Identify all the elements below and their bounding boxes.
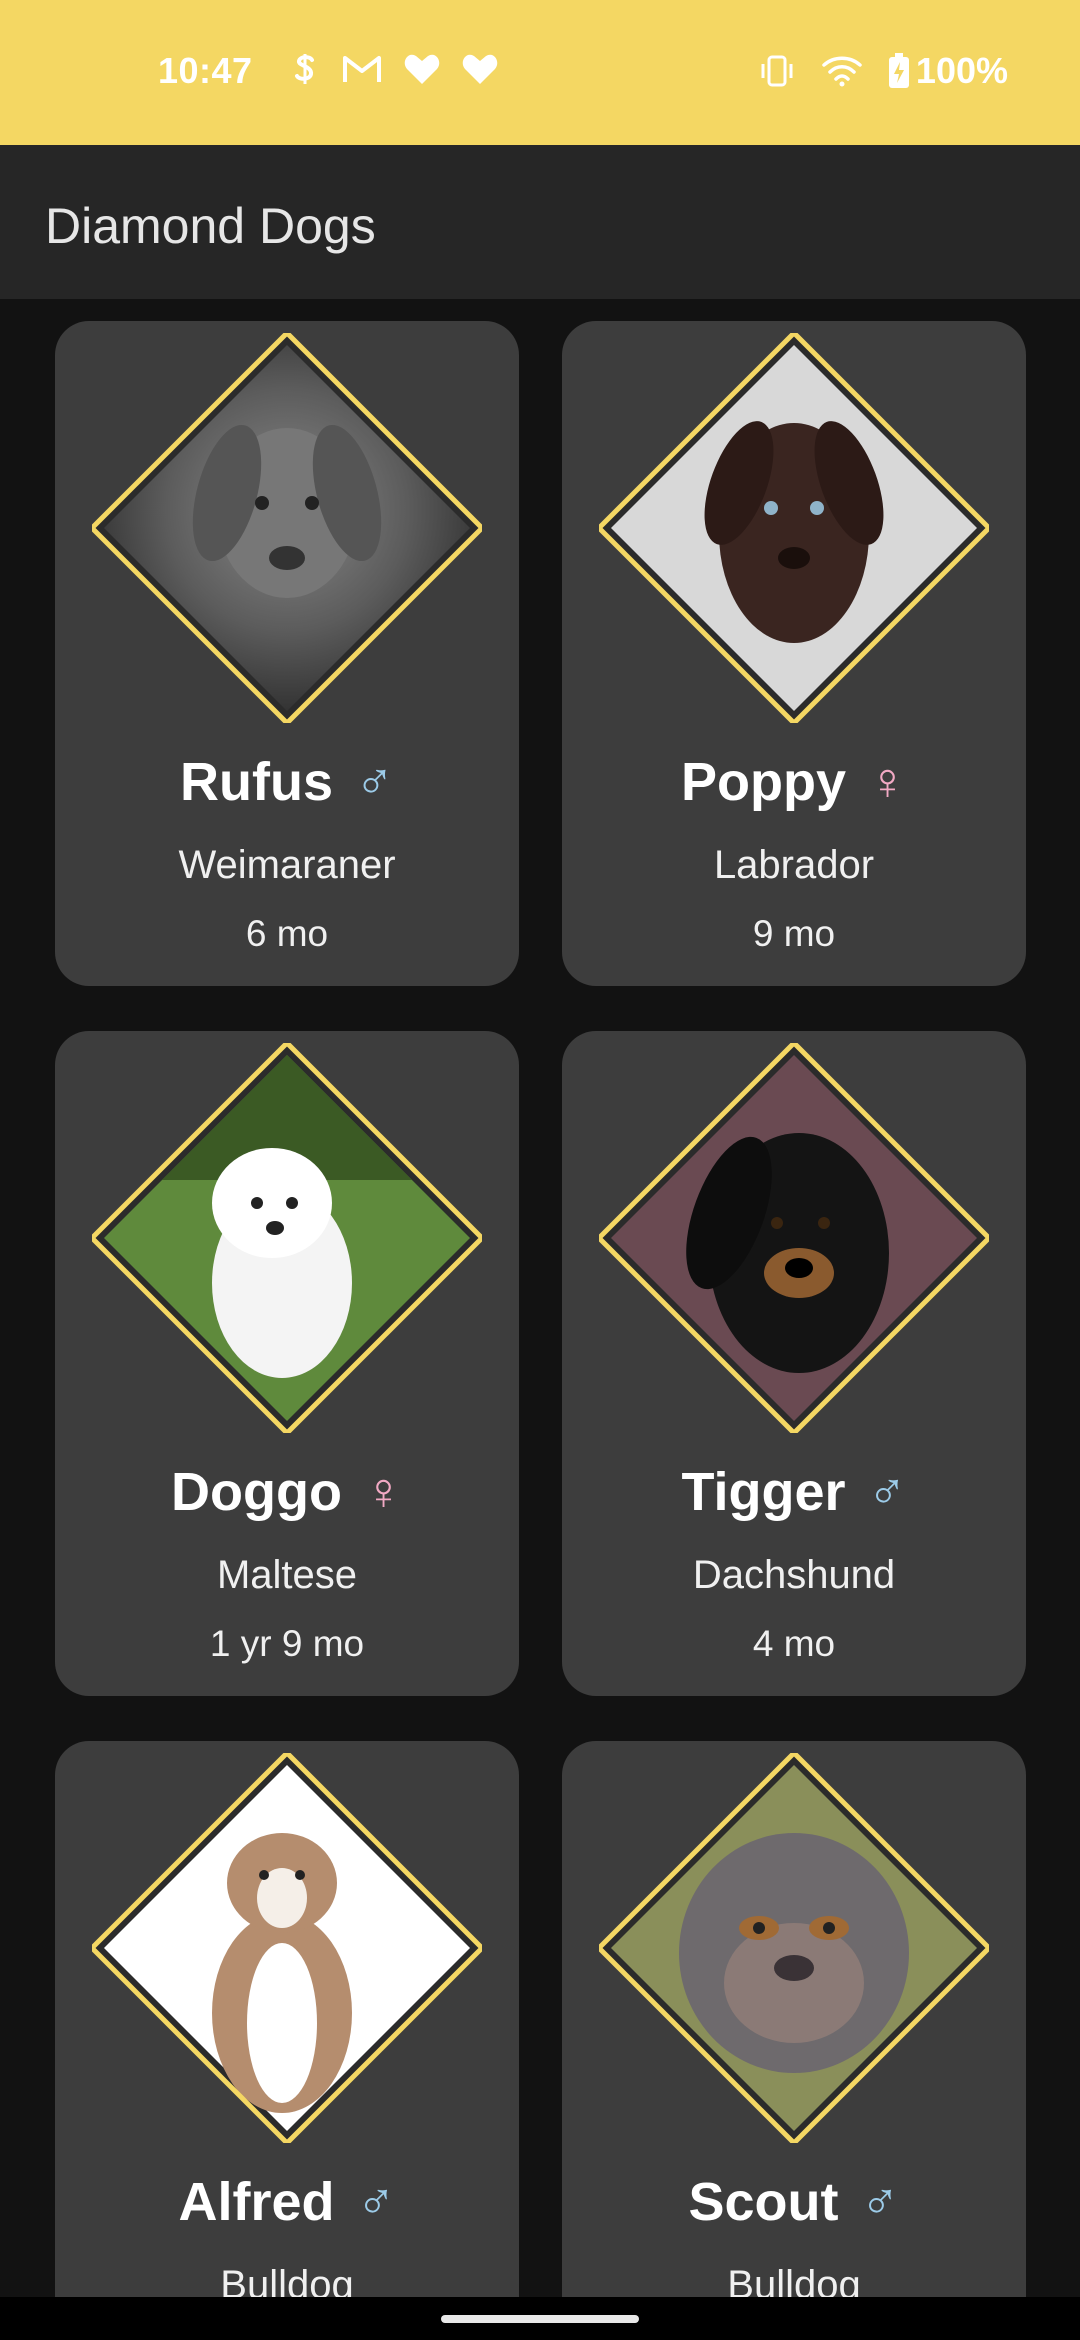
- system-icons: 100%: [758, 50, 1008, 92]
- dog-breed: Bulldog: [727, 2263, 861, 2297]
- dog-photo: [88, 329, 486, 728]
- dog-photo: [595, 1749, 993, 2148]
- dog-name: Doggo: [171, 1462, 342, 1522]
- dog-age: 1 yr 9 mo: [209, 1623, 365, 1664]
- status-time: 10:47: [158, 50, 253, 91]
- dog-breed: Maltese: [216, 1553, 358, 1597]
- dog-card[interactable]: Scout ♂ Bulldog: [562, 1741, 1026, 2297]
- dog-name: Scout: [688, 2172, 839, 2232]
- dog-name: Poppy: [680, 752, 846, 812]
- dog-breed: Dachshund: [692, 1553, 896, 1597]
- female-icon: ♀: [363, 1463, 403, 1521]
- home-gesture-handle[interactable]: [441, 2315, 639, 2323]
- dog-age: 6 mo: [245, 913, 329, 954]
- dog-card[interactable]: Rufus ♂ Weimaraner 6 mo: [55, 321, 519, 986]
- wifi-icon: [822, 56, 862, 87]
- status-bar: 10:47 100%: [0, 0, 1080, 145]
- dog-breed: Bulldog: [220, 2263, 354, 2297]
- dog-card[interactable]: Alfred ♂ Bulldog: [55, 1741, 519, 2297]
- app-bar: Diamond Dogs: [0, 145, 1080, 299]
- heart-icon: [462, 54, 498, 84]
- dog-photo: [595, 1039, 993, 1438]
- male-icon: ♂: [354, 753, 394, 811]
- app-title: Diamond Dogs: [45, 198, 376, 254]
- dog-name: Rufus: [180, 752, 333, 812]
- dog-name-row: Alfred ♂: [55, 2171, 519, 2233]
- dog-photo: [88, 1749, 486, 2148]
- dog-name: Tigger: [681, 1462, 846, 1522]
- male-icon: ♂: [860, 2173, 900, 2231]
- dog-age: 4 mo: [752, 1623, 836, 1664]
- navigation-bar: [0, 2297, 1080, 2340]
- dog-photo: [595, 329, 993, 728]
- notification-icons: [290, 52, 498, 86]
- battery-charging-icon: [888, 53, 909, 88]
- vibrate-icon: [761, 55, 793, 87]
- dog-card[interactable]: Tigger ♂ Dachshund 4 mo: [562, 1031, 1026, 1696]
- dog-breed: Labrador: [713, 843, 875, 887]
- dog-photo: [88, 1039, 486, 1438]
- dog-card[interactable]: Doggo ♀ Maltese 1 yr 9 mo: [55, 1031, 519, 1696]
- dog-name: Alfred: [178, 2172, 335, 2232]
- male-icon: ♂: [867, 1463, 907, 1521]
- dog-name-row: Tigger ♂: [562, 1461, 1026, 1523]
- female-icon: ♀: [868, 753, 907, 811]
- dog-name-row: Poppy ♀: [562, 751, 1026, 813]
- app-s-icon: [295, 54, 314, 84]
- dog-breed: Weimaraner: [178, 843, 396, 887]
- dog-card[interactable]: Poppy ♀ Labrador 9 mo: [562, 321, 1026, 986]
- heart-icon: [404, 54, 440, 84]
- dog-name-row: Doggo ♀: [55, 1461, 519, 1523]
- dog-name-row: Scout ♂: [562, 2171, 1026, 2233]
- dog-name-row: Rufus ♂: [55, 751, 519, 813]
- male-icon: ♂: [356, 2173, 396, 2231]
- gmail-icon: [343, 56, 381, 82]
- dog-age: 9 mo: [752, 913, 836, 954]
- battery-percent: 100%: [915, 50, 1008, 91]
- dog-grid[interactable]: Rufus ♂ Weimaraner 6 mo Poppy ♀ Labrador: [0, 299, 1080, 2297]
